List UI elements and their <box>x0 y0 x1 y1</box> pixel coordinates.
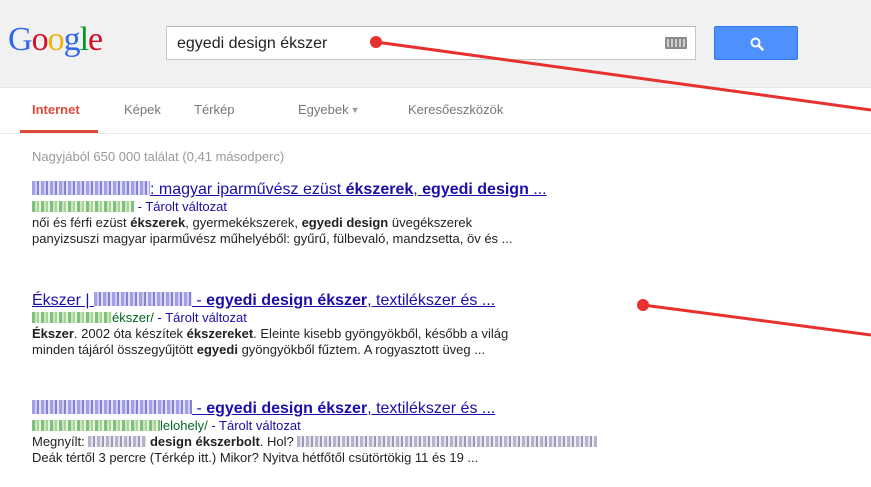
snippet-bold: ékszereket <box>186 326 254 341</box>
result-title[interactable]: Ékszer | - egyedi design ékszer, textilé… <box>32 291 652 310</box>
google-logo[interactable]: Google <box>8 20 103 60</box>
result-link[interactable]: : magyar iparművész ezüst ékszerek, egye… <box>32 181 547 198</box>
result-title-text: - <box>192 400 207 417</box>
snippet-text: . Eleinte kisebb gyöngyökből, később a v… <box>253 326 509 341</box>
result-snippet: Megnyílt: design ékszerbolt. Hol? Deák t… <box>32 434 652 466</box>
result-title-bold: egyedi design ékszer <box>206 400 368 417</box>
tab-internet[interactable]: Internet <box>32 102 80 117</box>
blurred-url <box>32 312 112 323</box>
result-title-bold: egyedi design ékszer <box>206 292 368 309</box>
result-snippet: Ékszer. 2002 óta készítek ékszereket. El… <box>32 326 652 358</box>
result-title-text: - <box>191 292 207 309</box>
result-url-text: lelohely/ <box>160 418 208 433</box>
keyboard-icon[interactable] <box>665 37 687 49</box>
logo-letter: G <box>8 21 33 58</box>
result-title-bold: ékszerek <box>345 181 414 198</box>
snippet-text: női és férfi ezüst <box>32 215 131 230</box>
cached-link[interactable]: - Tárolt változat <box>158 310 247 325</box>
search-icon <box>750 37 764 51</box>
blurred-text <box>93 292 192 306</box>
search-tabs: Internet Képek Térkép Egyebek ▼ Keresőesz… <box>0 88 871 134</box>
tab-more[interactable]: Egyebek ▼ <box>298 102 360 117</box>
search-result: - egyedi design ékszer, textilékszer és … <box>32 399 652 466</box>
header-bar: Google <box>0 0 871 88</box>
tab-more-label: Egyebek <box>298 102 349 117</box>
logo-letter: g <box>63 21 81 58</box>
blurred-text <box>88 436 147 447</box>
result-link[interactable]: - egyedi design ékszer, textilékszer és … <box>32 400 495 417</box>
result-title[interactable]: - egyedi design ékszer, textilékszer és … <box>32 399 652 418</box>
result-title-bold: egyedi design <box>422 181 529 198</box>
annotation-line <box>642 303 871 337</box>
snippet-bold: egyedi <box>196 342 238 357</box>
search-box[interactable] <box>166 26 696 60</box>
result-snippet: női és férfi ezüst ékszerek, gyermekéksz… <box>32 215 652 247</box>
snippet-text: panyizsuszi magyar iparművész műhelyéből… <box>32 231 513 246</box>
logo-letter: o <box>31 21 49 58</box>
result-url-text: ékszer/ <box>112 310 154 325</box>
blurred-text <box>297 436 598 447</box>
tab-maps[interactable]: Térkép <box>194 102 234 117</box>
snippet-text: , gyermekékszerek, <box>185 215 302 230</box>
tab-search-tools[interactable]: Keresőeszközök <box>408 102 503 117</box>
active-tab-indicator <box>20 130 98 133</box>
result-title-text: , textilékszer és ... <box>367 292 496 309</box>
logo-letter: e <box>88 21 103 58</box>
search-result: : magyar iparművész ezüst ékszerek, egye… <box>32 180 652 247</box>
result-title-text: , textilékszer és ... <box>367 400 496 417</box>
result-url: - Tárolt változat <box>32 199 652 215</box>
result-title-text: Ékszer | <box>32 292 94 309</box>
snippet-text: üvegékszerek <box>388 215 473 230</box>
snippet-bold: Ékszer <box>32 326 74 341</box>
search-result: Ékszer | - egyedi design ékszer, textilé… <box>32 291 652 358</box>
blurred-text <box>32 181 150 195</box>
snippet-text: minden tájáról összegyűjtött <box>32 342 197 357</box>
tab-images[interactable]: Képek <box>124 102 161 117</box>
search-button[interactable] <box>714 26 798 60</box>
result-url: ékszer/ - Tárolt változat <box>32 310 652 326</box>
result-title-text: : magyar iparművész ezüst <box>150 181 346 198</box>
result-url: lelohely/ - Tárolt változat <box>32 418 652 434</box>
result-title[interactable]: : magyar iparművész ezüst ékszerek, egye… <box>32 180 652 199</box>
search-input[interactable] <box>177 33 647 55</box>
snippet-text: gyöngyökből fűztem. A rogyasztott üveg .… <box>237 342 486 357</box>
blurred-url <box>32 420 160 431</box>
blurred-url <box>32 201 134 212</box>
result-link[interactable]: Ékszer | - egyedi design ékszer, textilé… <box>32 292 495 309</box>
logo-letter: l <box>79 21 90 58</box>
blurred-text <box>32 400 192 414</box>
snippet-text: Megnyílt: <box>32 434 89 449</box>
dropdown-caret-icon: ▼ <box>350 105 360 115</box>
result-stats: Nagyjából 650 000 találat (0,41 másodper… <box>32 149 285 164</box>
snippet-text: Deák tértől 3 percre (Térkép itt.) Mikor… <box>32 450 479 465</box>
snippet-text: . Hol? <box>259 434 294 449</box>
result-title-text: ... <box>528 181 547 198</box>
snippet-text: . 2002 óta készítek <box>73 326 187 341</box>
cached-link[interactable]: - Tárolt változat <box>211 418 300 433</box>
snippet-bold: design ékszerbolt <box>149 434 260 449</box>
result-title-text: , <box>413 181 423 198</box>
snippet-bold: ékszerek <box>130 215 186 230</box>
logo-letter: o <box>47 21 65 58</box>
cached-link[interactable]: - Tárolt változat <box>138 199 227 214</box>
snippet-bold: egyedi design <box>301 215 389 230</box>
